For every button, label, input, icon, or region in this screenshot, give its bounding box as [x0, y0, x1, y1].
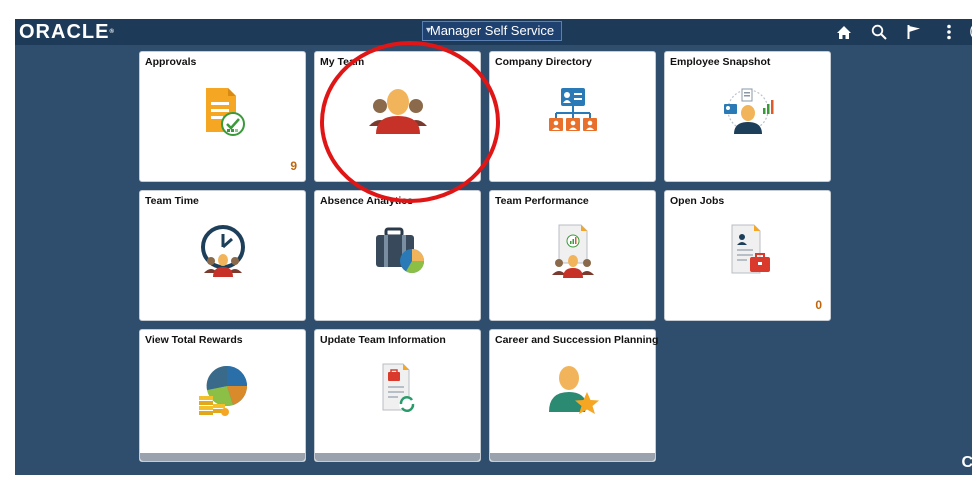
- approvals-count-badge: 9: [290, 159, 297, 173]
- tile-footer: [315, 453, 480, 461]
- more-options-icon[interactable]: [940, 21, 958, 43]
- employee-snapshot-icon: [665, 84, 830, 140]
- tile-title: View Total Rewards: [145, 334, 243, 346]
- career-succession-icon: [490, 362, 655, 418]
- tile-title: Approvals: [145, 56, 197, 68]
- tile-open-jobs[interactable]: Open Jobs 0: [664, 190, 831, 321]
- tile-title: Team Performance: [495, 195, 589, 207]
- tile-career-succession-planning[interactable]: Career and Succession Planning: [489, 329, 659, 462]
- total-rewards-icon: [140, 362, 305, 418]
- company-directory-icon: [490, 84, 655, 140]
- my-team-icon: [315, 84, 480, 140]
- update-team-info-icon: [315, 362, 480, 418]
- tile-team-time[interactable]: Team Time: [139, 190, 306, 321]
- tile-absence-analytics[interactable]: Absence Analytics: [314, 190, 481, 321]
- homepage-selector[interactable]: ▾ Manager Self Service: [422, 21, 562, 41]
- fluid-homepage: ORACLE® ▾ Manager Self Service ( C Appro…: [15, 19, 972, 475]
- open-jobs-icon: [665, 223, 830, 279]
- tile-footer: [490, 453, 655, 461]
- tile-my-team[interactable]: My Team: [314, 51, 481, 182]
- tile-update-team-information[interactable]: Update Team Information: [314, 329, 481, 462]
- oracle-logo: ORACLE®: [19, 21, 114, 43]
- tile-employee-snapshot[interactable]: Employee Snapshot: [664, 51, 831, 182]
- tile-title: Team Time: [145, 195, 199, 207]
- team-time-icon: [140, 223, 305, 279]
- tile-title: Update Team Information: [320, 334, 446, 346]
- tile-title: Employee Snapshot: [670, 56, 771, 68]
- homepage-title: Manager Self Service: [429, 23, 555, 38]
- open-jobs-count-badge: 0: [815, 298, 822, 312]
- home-icon[interactable]: [835, 21, 853, 43]
- tile-approvals[interactable]: Approvals 9: [139, 51, 306, 182]
- tile-title: Absence Analytics: [320, 195, 413, 207]
- approvals-icon: [140, 84, 305, 140]
- tile-company-directory[interactable]: Company Directory: [489, 51, 656, 182]
- tile-title: Career and Succession Planning: [495, 334, 659, 346]
- search-icon[interactable]: [870, 21, 888, 43]
- tile-title: Company Directory: [495, 56, 592, 68]
- tile-title: My Team: [320, 56, 365, 68]
- flag-icon[interactable]: [905, 21, 923, 43]
- team-performance-icon: [490, 223, 655, 279]
- tile-team-performance[interactable]: Team Performance: [489, 190, 656, 321]
- tile-footer: [140, 453, 305, 461]
- navbar-icon[interactable]: C: [961, 454, 972, 472]
- tile-view-total-rewards[interactable]: View Total Rewards: [139, 329, 306, 462]
- tile-title: Open Jobs: [670, 195, 725, 207]
- chevron-down-icon: ▾: [426, 25, 432, 36]
- absence-analytics-icon: [315, 223, 480, 279]
- top-banner: ORACLE® ▾ Manager Self Service (: [15, 19, 972, 45]
